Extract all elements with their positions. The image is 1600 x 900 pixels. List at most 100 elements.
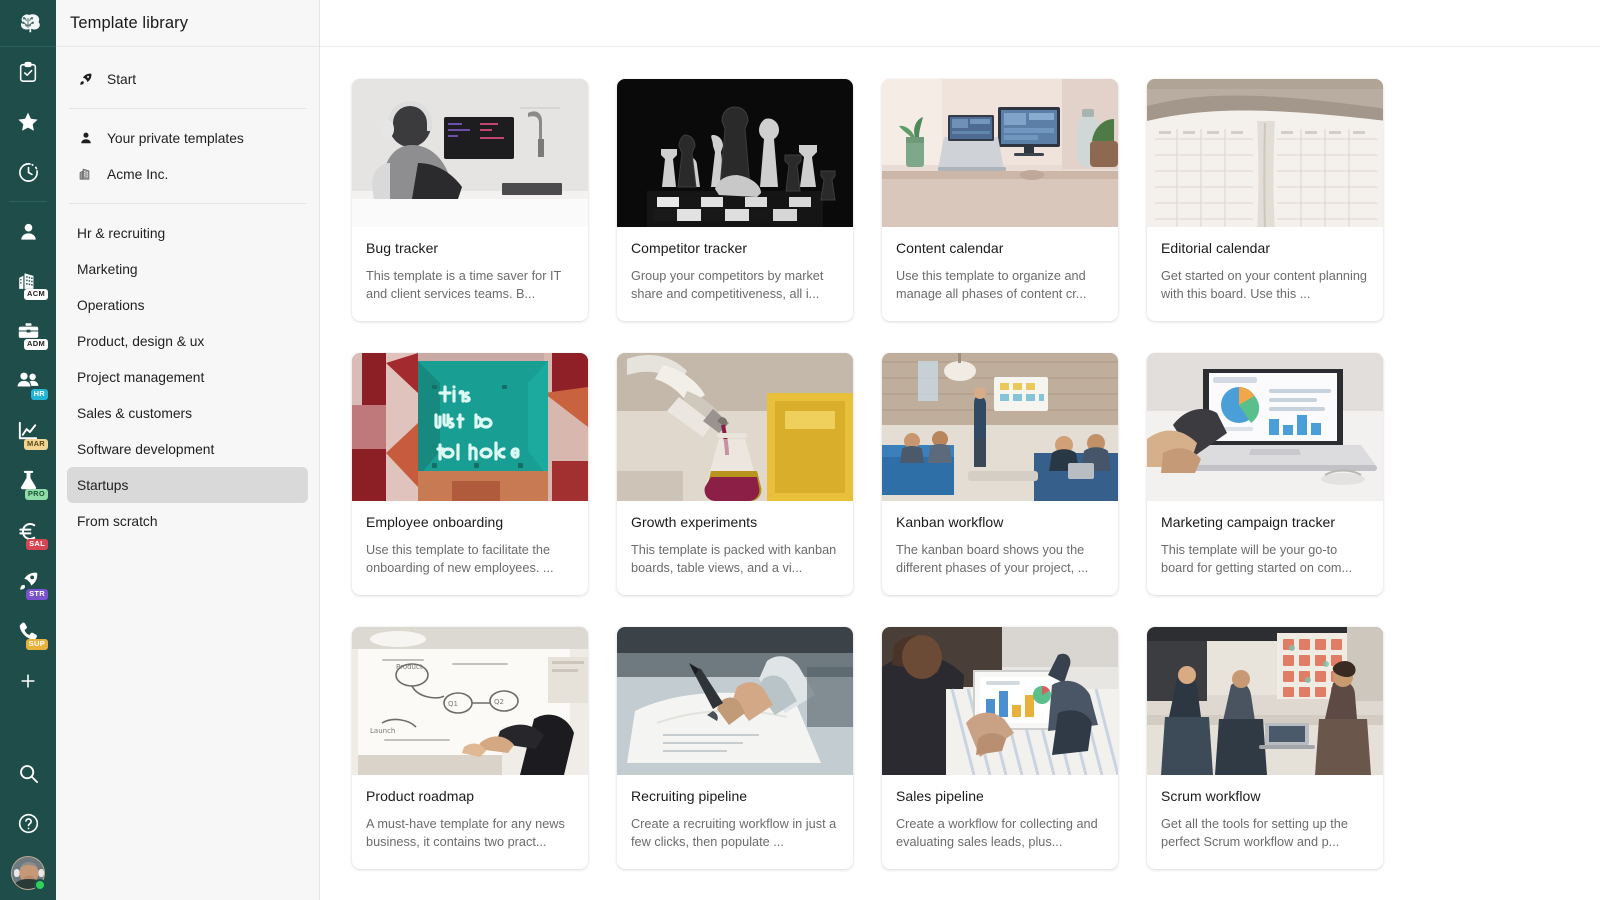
workspace-hr[interactable]: HR — [0, 356, 56, 406]
signing-document-photo — [617, 627, 853, 775]
sidebar-item-your-private-templates[interactable]: Your private templates — [67, 120, 308, 156]
svg-text:Q1: Q1 — [448, 700, 458, 708]
template-card-title: Editorial calendar — [1161, 240, 1271, 256]
workspace-marketing[interactable]: MAR — [0, 406, 56, 456]
workspace-badge: ADM — [24, 339, 48, 350]
template-thumbnail — [352, 79, 588, 227]
app-logo[interactable] — [0, 0, 56, 47]
template-card[interactable]: Employee onboarding Use this template to… — [352, 353, 588, 595]
template-card[interactable]: Kanban workflow The kanban board shows y… — [882, 353, 1118, 595]
sidebar-item-label: Acme Inc. — [107, 166, 169, 182]
developer-at-desk-photo — [352, 79, 588, 227]
sidebar-category-software-development[interactable]: Software development — [67, 431, 308, 467]
template-card[interactable]: Marketing campaign tracker This template… — [1147, 353, 1383, 595]
template-card-title: Competitor tracker — [631, 240, 748, 256]
template-thumbnail — [1147, 79, 1383, 227]
template-card[interactable]: Recruiting pipeline Create a recruiting … — [617, 627, 853, 869]
sidebar-category-hr-recruiting[interactable]: Hr & recruiting — [67, 215, 308, 251]
template-card[interactable]: Competitor tracker Group your competitor… — [617, 79, 853, 321]
template-thumbnail — [617, 79, 853, 227]
template-thumbnail-wrapper[interactable]: Editorial calendar Get started on your c… — [1147, 79, 1383, 321]
sidebar-divider — [69, 108, 306, 109]
template-card-title: Content calendar — [896, 240, 1004, 256]
sidebar-item-tasks[interactable] — [0, 47, 56, 97]
svg-text:Product: Product — [396, 663, 423, 671]
lab-flask-pouring-photo — [617, 353, 853, 501]
template-thumbnail — [882, 627, 1118, 775]
template-card[interactable]: Sales pipeline Create a workflow for col… — [882, 627, 1118, 869]
workspace-badge: MAR — [24, 439, 48, 450]
template-card-body: Bug tracker This template is a time save… — [352, 227, 588, 321]
buildings-icon — [77, 166, 94, 182]
template-thumbnail — [882, 353, 1118, 501]
template-card[interactable]: Content calendar Use this template to or… — [882, 79, 1118, 321]
category-label: From scratch — [77, 513, 158, 529]
add-workspace-button[interactable] — [0, 656, 56, 706]
team-sticky-notes-photo — [1147, 627, 1383, 775]
template-card-body: Kanban workflow The kanban board shows y… — [882, 501, 1118, 595]
template-grid-scroll: Bug tracker This template is a time save… — [320, 47, 1600, 900]
template-card-title: Product roadmap — [366, 788, 475, 804]
workspace-administration[interactable]: ADM — [0, 306, 56, 356]
workspace-personal[interactable] — [0, 206, 56, 256]
sidebar-category-startups[interactable]: Startups — [67, 467, 308, 503]
workspace-startups[interactable]: STR — [0, 556, 56, 606]
workspace-badge: ACM — [24, 289, 48, 300]
workspace-sales[interactable]: SAL — [0, 506, 56, 556]
template-card-description: The kanban board shows you the different… — [896, 543, 1089, 575]
template-card-description: This template will be your go-to board f… — [1161, 543, 1353, 575]
template-card-body: Competitor tracker Group your competitor… — [617, 227, 853, 321]
template-card-title: Recruiting pipeline — [631, 788, 748, 804]
rail-primary-group — [0, 47, 56, 197]
workspace-product[interactable]: PRO — [0, 456, 56, 506]
svg-text:Q2: Q2 — [494, 698, 504, 706]
sidebar-item-recent[interactable] — [0, 147, 56, 197]
category-label: Sales & customers — [77, 405, 193, 421]
neon-sign-this-must-be-the-place-photo — [352, 353, 588, 501]
template-card-description: This template is a time saver for IT and… — [366, 269, 562, 301]
clock-icon — [17, 161, 40, 184]
sidebar-category-from-scratch[interactable]: From scratch — [67, 503, 308, 539]
app-root: ACM ADM HR MAR PRO SAL STR SUP Template … — [0, 0, 1600, 900]
person-icon — [17, 220, 40, 243]
desk-with-laptop-photo — [882, 79, 1118, 227]
template-card[interactable]: Bug tracker This template is a time save… — [352, 79, 588, 321]
template-card-body: Content calendar Use this template to or… — [882, 227, 1118, 321]
sidebar-divider — [69, 203, 306, 204]
main-topbar — [320, 0, 1600, 47]
sidebar-item-acme-inc[interactable]: Acme Inc. — [67, 156, 308, 192]
sidebar-category-sales-customers[interactable]: Sales & customers — [67, 395, 308, 431]
category-label: Product, design & ux — [77, 333, 205, 349]
template-thumbnail — [352, 353, 588, 501]
template-grid: Bug tracker This template is a time save… — [320, 79, 1600, 869]
template-card-title: Scrum workflow — [1161, 788, 1261, 804]
sidebar-categories-section: Hr & recruiting Marketing Operations Pro… — [67, 211, 308, 543]
sidebar-item-favorites[interactable] — [0, 97, 56, 147]
main-area: Bug tracker This template is a time save… — [320, 0, 1600, 900]
sidebar-category-product-design-ux[interactable]: Product, design & ux — [67, 323, 308, 359]
rail-bottom-group — [0, 748, 56, 900]
search-button[interactable] — [0, 748, 56, 798]
template-card[interactable]: Scrum workflow Get all the tools for set… — [1147, 627, 1383, 869]
rail-workspaces-group: ACM ADM HR MAR PRO SAL STR SUP — [0, 206, 56, 706]
help-icon — [17, 812, 40, 835]
template-card-title: Growth experiments — [631, 514, 758, 530]
template-card[interactable]: Q1 Q2 Launch Product Product roadmap A m… — [352, 627, 588, 869]
template-card-title: Marketing campaign tracker — [1161, 514, 1336, 530]
plus-icon — [18, 671, 38, 691]
sidebar-category-project-management[interactable]: Project management — [67, 359, 308, 395]
workspace-support[interactable]: SUP — [0, 606, 56, 656]
sidebar-category-operations[interactable]: Operations — [67, 287, 308, 323]
sidebar-item-start[interactable]: Start — [67, 61, 308, 97]
sidebar-category-marketing[interactable]: Marketing — [67, 251, 308, 287]
template-card[interactable]: Growth experiments This template is pack… — [617, 353, 853, 595]
help-button[interactable] — [0, 798, 56, 848]
star-icon — [16, 110, 40, 134]
template-card-body: Sales pipeline Create a workflow for col… — [882, 775, 1118, 869]
avatar[interactable] — [11, 856, 46, 891]
template-card-body: Employee onboarding Use this template to… — [352, 501, 588, 595]
workspace-acme[interactable]: ACM — [0, 256, 56, 306]
workspace-badge: HR — [30, 389, 48, 400]
template-card-body: Growth experiments This template is pack… — [617, 501, 853, 595]
whiteboard-roadmap-photo: Q1 Q2 Launch Product — [352, 627, 588, 775]
